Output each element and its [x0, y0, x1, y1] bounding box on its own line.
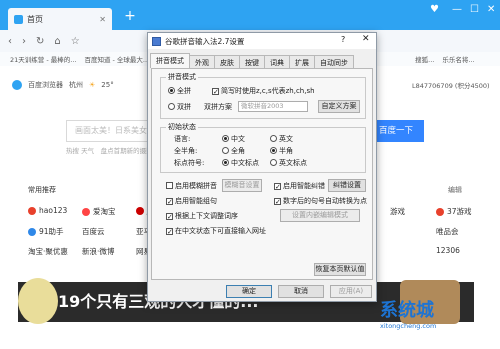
tab-auto-sync[interactable]: 自动同步: [314, 55, 354, 68]
custom-scheme-button[interactable]: 自定义方案: [318, 100, 360, 113]
init-state-title: 初始状态: [166, 122, 198, 132]
scheme-select[interactable]: 微软拼音2003: [238, 101, 308, 112]
settings-dialog: 谷歌拼音输入法2.7设置 ? ✕ 拼音模式 外观 皮肤 按键 词典 扩展 自动同…: [147, 32, 377, 302]
check-icon: ✓: [212, 88, 219, 96]
site-link[interactable]: hao123: [28, 206, 67, 215]
width-label: 全半角:: [174, 147, 198, 155]
tab-title: 首页: [27, 14, 43, 24]
checkbox-url-input[interactable]: ✓ 在中文状态下可直接输入网址: [166, 226, 266, 236]
apply-button[interactable]: 应用(A): [330, 285, 372, 298]
star-icon[interactable]: ☆: [71, 36, 80, 47]
site-link[interactable]: 淘宝·聚优惠: [28, 246, 68, 257]
site-link[interactable]: 新浪·微博: [82, 246, 114, 257]
dialog-titlebar: 谷歌拼音输入法2.7设置 ? ✕: [148, 33, 376, 49]
radio-english[interactable]: 英文: [270, 134, 293, 144]
checkbox-num-punct[interactable]: ✓ 数字后的句号自动转换为点: [274, 196, 367, 206]
maximize-icon[interactable]: ☐: [470, 4, 479, 15]
radio-chinese[interactable]: 中文: [222, 134, 245, 144]
radio-en-punct[interactable]: 英文标点: [270, 158, 307, 168]
dialog-title: 谷歌拼音输入法2.7设置: [165, 36, 245, 46]
meme-face-image: [18, 278, 58, 324]
radio-full-width[interactable]: 全角: [222, 146, 245, 156]
radio-unselected-icon: [168, 103, 175, 110]
home-icon[interactable]: ⌂: [54, 36, 60, 47]
tab-keys[interactable]: 按键: [239, 55, 265, 68]
minimize-icon[interactable]: —: [452, 4, 462, 15]
browser-tab[interactable]: 首页 ✕: [8, 8, 112, 30]
back-icon[interactable]: ‹: [8, 36, 12, 47]
site-link[interactable]: 游戏: [390, 206, 405, 217]
checkbox-context-adjust[interactable]: ✓ 根据上下文调整词序: [166, 211, 238, 221]
radio-shuangpin[interactable]: 双拼: [168, 102, 191, 112]
tab-close-icon[interactable]: ✕: [99, 15, 106, 24]
location[interactable]: 杭州: [69, 80, 83, 90]
temperature: 25°: [101, 81, 114, 89]
page-favicon-icon: [14, 14, 23, 24]
dialog-tabs: 拼音模式 外观 皮肤 按键 词典 扩展 自动同步: [150, 53, 354, 68]
tab-dictionary[interactable]: 词典: [264, 55, 290, 68]
radio-cn-punct[interactable]: 中文标点: [222, 158, 259, 168]
common-title: 常用推荐: [28, 186, 56, 194]
bookmark-item[interactable]: 乐乐名将...: [442, 54, 474, 64]
close-icon[interactable]: ✕: [362, 34, 370, 44]
site-icon: [436, 207, 444, 216]
checkbox-jianxie[interactable]: ✓ 简写时使用z,c,s代表zh,ch,sh: [212, 86, 315, 96]
site-icon: [28, 227, 36, 236]
checkbox-fuzzy[interactable]: 启用模糊拼音: [166, 181, 217, 191]
browser-logo-icon: [12, 80, 22, 90]
bookmark-item[interactable]: 搜狐...: [415, 54, 434, 64]
radio-quanpin[interactable]: 全拼: [168, 86, 191, 96]
user-id[interactable]: L847706709 (积分4500): [412, 80, 490, 90]
brand-name: 百度浏览器: [28, 81, 63, 89]
watermark-sub: xitongcheng.com: [380, 322, 437, 330]
pinyin-mode-title: 拼音模式: [166, 72, 198, 82]
site-link[interactable]: 37游戏: [436, 206, 472, 217]
tab-extensions[interactable]: 扩展: [289, 55, 315, 68]
inline-edit-button[interactable]: 设置内嵌编辑模式: [280, 209, 360, 222]
correct-settings-button[interactable]: 纠错设置: [328, 179, 366, 192]
site-link[interactable]: 百度云: [82, 226, 105, 237]
site-link[interactable]: 91助手: [28, 226, 64, 237]
ok-button[interactable]: 确定: [226, 285, 272, 298]
fuzzy-settings-button[interactable]: 模糊音设置: [222, 179, 262, 192]
punct-label: 标点符号:: [174, 159, 205, 167]
forward-icon[interactable]: ›: [22, 36, 26, 47]
checkbox-smart-group[interactable]: ✓ 启用智能组句: [166, 196, 217, 206]
site-icon: [136, 206, 144, 215]
app-icon: [152, 36, 161, 46]
tab-panel: 拼音模式 全拼 ✓ 简写时使用z,c,s代表zh,ch,sh 双拼 双拼方案 微软…: [151, 68, 373, 280]
bookmark-item[interactable]: 百度知道 - 全球最大...: [84, 54, 149, 64]
sun-icon: ☀: [89, 81, 96, 89]
tab-appearance[interactable]: 外观: [189, 55, 215, 68]
bookmark-item[interactable]: 21天训练营 - 最棒的...: [10, 54, 76, 64]
radio-half-width[interactable]: 半角: [270, 146, 293, 156]
edit-link[interactable]: 编辑: [448, 185, 462, 195]
tab-pinyin-mode[interactable]: 拼音模式: [150, 53, 190, 68]
skin-icon[interactable]: ♥: [430, 4, 439, 15]
hot-searches[interactable]: 热搜 天气 盘点首期新的摄影: [66, 145, 153, 155]
tab-skin[interactable]: 皮肤: [214, 55, 240, 68]
new-tab-button[interactable]: +: [122, 9, 138, 25]
scheme-label: 双拼方案: [204, 103, 232, 111]
watermark: 系统城 xitongcheng.com: [380, 296, 496, 342]
site-icon: [28, 206, 36, 215]
site-link[interactable]: 爱淘宝: [82, 206, 116, 217]
radio-selected-icon: [168, 87, 175, 94]
checkbox-smart-correct[interactable]: ✓ 启用智能纠错: [274, 181, 325, 191]
site-link[interactable]: 唯品会: [436, 226, 459, 237]
watermark-main: 系统城: [380, 300, 434, 321]
site-icon: [82, 207, 90, 216]
brand-row: 百度浏览器 杭州 ☀ 25°: [12, 80, 114, 90]
refresh-icon[interactable]: ↻: [36, 36, 44, 47]
cancel-button[interactable]: 取消: [278, 285, 324, 298]
help-icon[interactable]: ?: [341, 35, 345, 44]
reset-defaults-button[interactable]: 恢复本页默认值: [314, 263, 366, 276]
close-window-icon[interactable]: ✕: [487, 4, 495, 15]
site-link[interactable]: 12306: [436, 246, 460, 255]
language-label: 语言:: [174, 135, 191, 143]
